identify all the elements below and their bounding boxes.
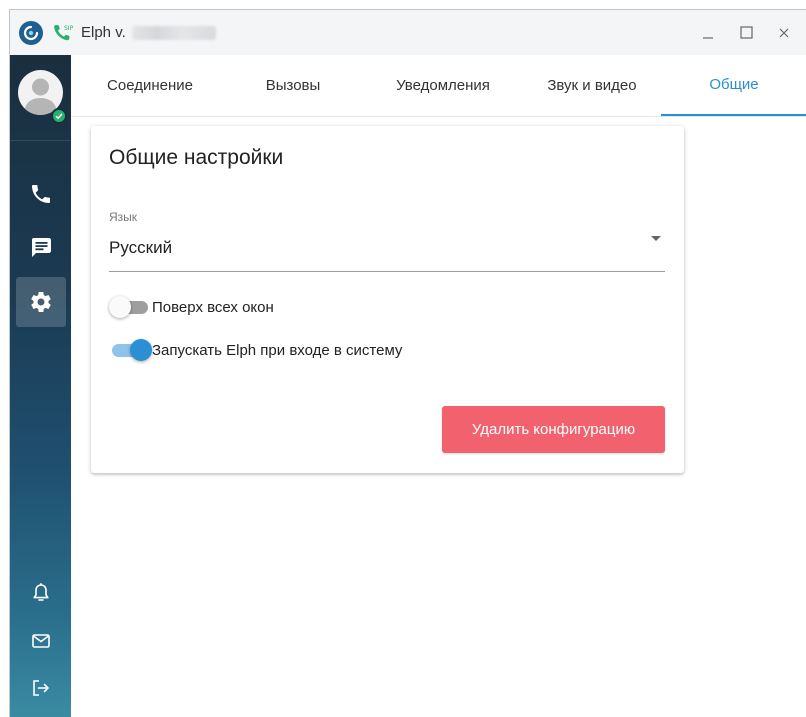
bell-icon (33, 583, 49, 601)
chat-icon (32, 238, 51, 257)
settings-tabs: Соединение Вызовы Уведомления Звук и вид… (71, 55, 806, 117)
language-label: Язык (109, 210, 138, 224)
toggle-thumb (130, 339, 152, 361)
tab-notifications[interactable]: Уведомления (381, 55, 505, 116)
language-value: Русский (109, 238, 173, 257)
autostart-row[interactable]: Запускать Elph при входе в систему (109, 339, 402, 361)
app-logo-icon (19, 20, 43, 45)
version-number-blurred (131, 25, 216, 40)
sidebar-item-logout[interactable] (16, 663, 66, 713)
check-icon (55, 113, 63, 120)
dropdown-arrow-icon (651, 236, 661, 241)
app-title: Elph v. (81, 24, 126, 41)
language-select[interactable]: Русский (109, 228, 665, 272)
general-settings-card: Общие настройки Язык Русский Поверх всех… (91, 126, 684, 473)
autostart-toggle[interactable] (109, 339, 152, 361)
always-on-top-row[interactable]: Поверх всех окон (109, 296, 274, 318)
gear-icon (31, 292, 51, 312)
minimize-button[interactable] (700, 25, 716, 41)
always-on-top-label: Поверх всех окон (152, 298, 274, 316)
tab-general[interactable]: Общие (661, 55, 806, 116)
tab-calls[interactable]: Вызовы (251, 55, 335, 116)
mail-icon (32, 634, 50, 648)
delete-config-button[interactable]: Удалить конфигурацию (442, 406, 665, 453)
title-bar: SIP Elph v. (10, 10, 806, 55)
sidebar-item-chat[interactable] (16, 222, 66, 272)
online-status-badge (51, 108, 67, 124)
sidebar-item-notifications[interactable] (16, 568, 66, 618)
card-title: Общие настройки (109, 146, 284, 169)
sidebar-item-calls[interactable] (16, 169, 66, 219)
logout-icon (33, 680, 49, 696)
sidebar-divider (10, 140, 71, 141)
window-controls (700, 25, 792, 41)
sidebar-item-settings[interactable] (16, 277, 66, 327)
toggle-thumb (109, 296, 131, 318)
phone-icon (32, 185, 50, 203)
tab-connection[interactable]: Соединение (97, 55, 203, 116)
always-on-top-toggle[interactable] (109, 296, 152, 318)
svg-text:SIP: SIP (64, 25, 74, 32)
autostart-label: Запускать Elph при входе в систему (152, 341, 403, 359)
softphone-icon: SIP (50, 21, 76, 45)
tab-audio-video[interactable]: Звук и видео (533, 55, 651, 116)
sidebar-item-mail[interactable] (16, 616, 66, 666)
app-window: SIP Elph v. Соединение Вызовы Уведомлени… (9, 9, 806, 717)
maximize-button[interactable] (738, 25, 754, 41)
close-button[interactable] (776, 25, 792, 41)
sidebar (10, 55, 71, 717)
